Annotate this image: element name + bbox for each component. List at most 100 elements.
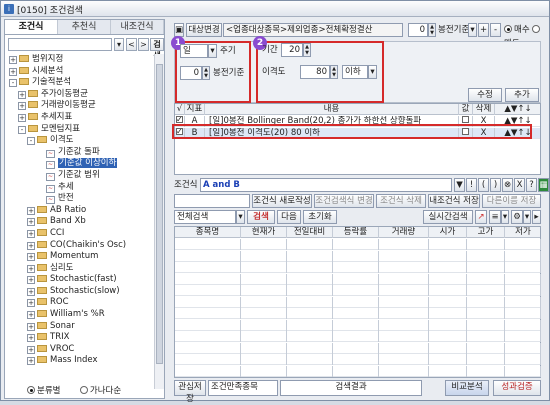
expand-icon[interactable]: + [27,241,35,250]
disparity-input[interactable]: 80 [300,65,330,79]
expand-icon[interactable]: + [27,287,35,296]
tree-item[interactable]: + 거래량이동평균 [7,100,153,112]
compare-dropdown[interactable]: ▾ [368,65,377,79]
expand-icon[interactable]: + [27,357,35,366]
expand-icon[interactable]: + [27,311,35,320]
radio-alphabetical[interactable] [79,386,88,394]
tree-item[interactable]: + 추세지표 [7,112,153,124]
period-dropdown[interactable]: ▾ [208,44,217,58]
formula-op-button[interactable]: ) [490,178,501,192]
tree-item[interactable]: + Momentum [7,251,153,263]
tree-item[interactable]: ~ 기준값 돌파 [7,147,153,159]
tree-item[interactable]: - 모멘텀지표 [7,124,153,136]
tree-item[interactable]: + VROC [7,344,153,356]
radio-by-category[interactable] [27,386,35,394]
delete-formula-button[interactable]: 조건식 삭제 [376,194,426,208]
formula-op-button[interactable]: X [514,178,525,192]
formula-op-button[interactable]: ▼ [454,178,465,192]
row-a-value-checkbox[interactable] [462,116,469,123]
search-dropdown[interactable]: ▾ [114,38,124,51]
collapse-icon[interactable]: - [9,79,17,88]
expand-icon[interactable]: + [9,67,17,76]
scope-dropdown[interactable]: ▾ [236,210,245,224]
tree-item[interactable]: ~ 반전 [7,193,153,205]
tree-item[interactable]: - 이격도 [7,135,153,147]
tree-item[interactable]: + TRIX [7,332,153,344]
param-bong-input[interactable]: 0 [180,66,202,80]
tree-search-input[interactable] [8,38,112,51]
tree-item[interactable]: + 심리도 [7,263,153,275]
collapse-icon[interactable]: - [18,125,26,134]
save-name-input[interactable] [174,194,250,208]
chart-icon[interactable]: ↗ [475,210,487,224]
expand-icon[interactable]: + [27,229,35,238]
top-bong-spinner[interactable]: ▲ ▼ [428,23,436,37]
tree-scrollbar[interactable] [154,54,164,389]
formula-op-button[interactable]: ! [466,178,477,192]
performance-button[interactable]: 성과검증 [493,380,541,396]
tree-item[interactable]: + 시세분석 [7,66,153,78]
expand-icon[interactable]: + [18,102,26,111]
prev-button[interactable]: < [126,38,137,51]
scroll-thumb[interactable] [156,64,163,364]
tab-my-conditions[interactable]: 내조건식 [111,20,164,34]
tree-item[interactable]: + ROC [7,297,153,309]
expand-icon[interactable]: + [27,299,35,308]
reset-button[interactable]: 초기화 [303,210,337,224]
tree-item[interactable]: + CCI [7,228,153,240]
collapse-icon[interactable]: - [27,137,35,146]
tree-item[interactable]: + Mass Index [7,355,153,367]
tree-item[interactable]: - 기술적분석 [7,77,153,89]
tree-item[interactable]: + Stochastic(slow) [7,286,153,298]
expand-icon[interactable]: + [27,334,35,343]
expand-icon[interactable]: + [27,276,35,285]
minus-button[interactable]: - [490,23,501,37]
excel-icon[interactable]: ▦ [538,178,549,192]
target-change-button[interactable]: 대상변경 [186,23,222,37]
edit-button[interactable]: 수정 [468,88,502,102]
disparity-spinner[interactable]: ▲ ▼ [330,65,338,79]
expand-icon[interactable]: + [18,90,26,99]
expand-icon[interactable]: + [9,56,17,64]
expand-icon[interactable]: + [27,264,35,273]
formula-op-button[interactable]: ? [526,178,537,192]
add-button[interactable]: 추가 [505,88,539,102]
compare-select[interactable]: 이하 [342,65,368,79]
length-spinner[interactable]: ▲ ▼ [303,43,311,57]
radio-sell[interactable] [532,25,541,33]
realtime-search-button[interactable]: 실시간검색 [423,210,473,224]
tab-conditions[interactable]: 조건식 [5,20,58,34]
plus-button[interactable]: + [478,23,489,37]
interest-save-button[interactable]: 관심저장 [174,380,206,404]
formula-op-button[interactable]: ⊗ [502,178,513,192]
tree-item[interactable]: ~ 추세 [7,182,153,194]
tree-search-button[interactable]: 검색 [150,38,164,60]
param-bong-spinner[interactable]: ▲ ▼ [202,66,210,80]
gear-dropdown[interactable]: ▾ [523,210,531,224]
tree-item[interactable]: ~ 기준값 이상이하 [7,158,153,170]
expand-icon[interactable]: + [27,206,35,215]
formula-op-button[interactable]: ( [478,178,489,192]
tree-item[interactable]: + 범위지정 [7,54,153,66]
list-icon[interactable]: ≡ [489,210,501,224]
tree-item[interactable]: + Band Xb [7,216,153,228]
top-dropdown[interactable]: ▾ [468,23,477,37]
expand-icon[interactable]: + [27,218,35,227]
radio-buy[interactable] [504,25,512,33]
tree-item[interactable]: + AB Ratio [7,205,153,217]
formula-input[interactable]: A and B [200,178,452,192]
tree-item[interactable]: + CO(Chaikin's Osc) [7,240,153,252]
target-icon[interactable]: ▣ [174,23,184,37]
change-formula-button[interactable]: 조건검색식 변경 [314,194,374,208]
gear-icon[interactable]: ⚙ [511,210,523,224]
top-bong-input[interactable]: 0 [408,23,428,37]
save-my-formula-button[interactable]: 내조건식 저장 [428,194,480,208]
tab-recommended[interactable]: 추천식 [58,20,111,34]
length-input[interactable]: 20 [281,43,303,57]
search-button[interactable]: 검색 [247,210,275,224]
period-select[interactable]: 일 [180,44,208,58]
tree-item[interactable]: + William's %R [7,309,153,321]
tree-item[interactable]: + Sonar [7,321,153,333]
expand-icon[interactable]: + [27,253,35,262]
list-dropdown[interactable]: ▾ [501,210,509,224]
